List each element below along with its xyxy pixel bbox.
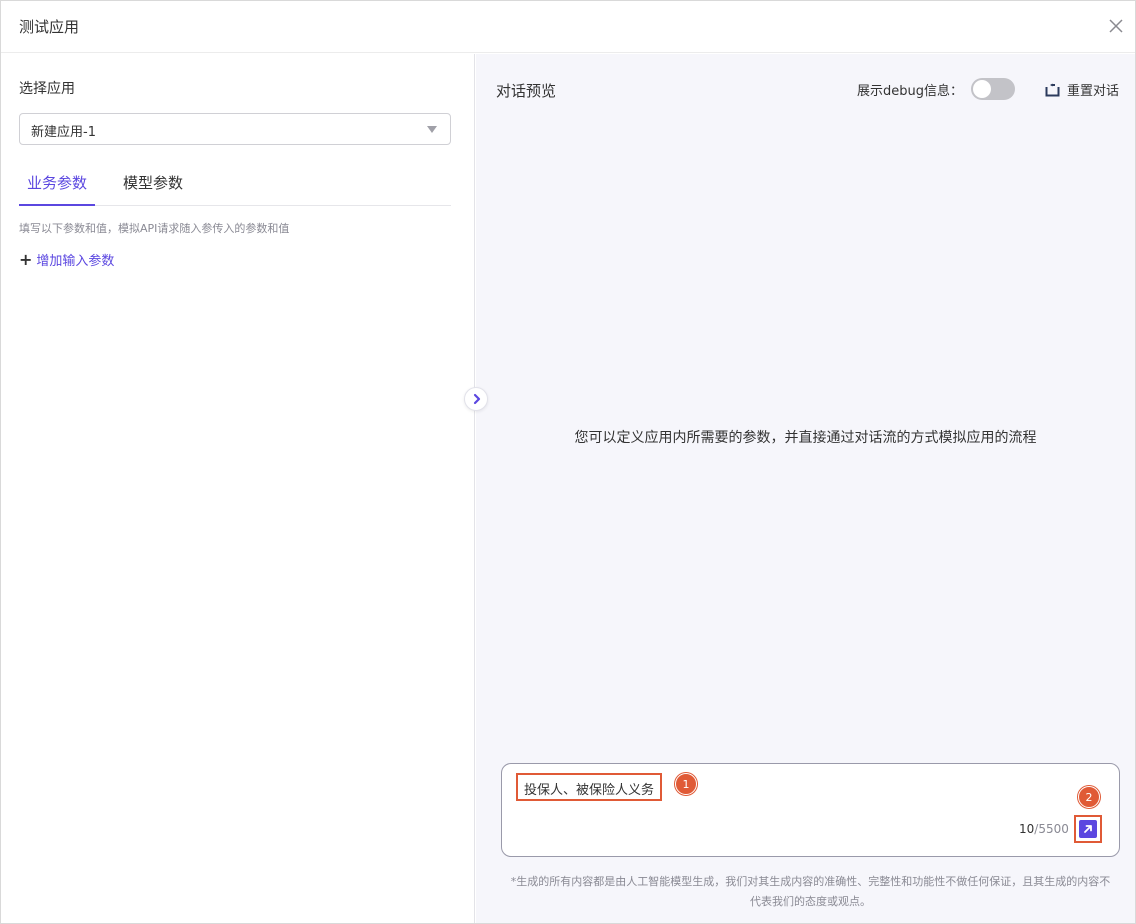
empty-chat-message: 您可以定义应用内所需要的参数，并直接通过对话流的方式模拟应用的流程 [574,430,1037,446]
collapse-panel-button[interactable] [464,387,488,411]
toggle-knob [973,80,991,98]
select-app-label: 选择应用 [19,81,75,97]
caret-down-icon [427,126,437,133]
annotation-badge-1: 1 [675,773,697,795]
add-input-param-label: 增加输入参数 [36,254,115,269]
tab-business-params[interactable]: 业务参数 [19,172,96,206]
app-select-value: 新建应用-1 [31,125,96,140]
app-select[interactable]: 新建应用-1 [19,113,451,145]
chat-input-box[interactable]: 投保人、被保险人义务 1 2 10/5500 [501,763,1120,857]
reset-chat-button[interactable]: 重置对话 [1045,80,1119,99]
debug-info-label: 展示debug信息： [857,84,963,99]
reset-icon [1045,83,1060,96]
dialog-title: 测试应用 [19,18,80,36]
chat-preview-panel: 对话预览 展示debug信息： 重置对话 您可以定义应用内所需要的参数，并直接通… [476,54,1135,923]
test-app-dialog: 测试应用 选择应用 新建应用-1 业务参数 模型参数 填写以下参数和值，模拟AP… [0,0,1136,924]
char-counter: 10/5500 [1019,822,1069,836]
tab-model-params[interactable]: 模型参数 [115,172,191,206]
debug-toggle[interactable] [971,78,1015,100]
char-max: /5500 [1034,822,1069,836]
reset-chat-label: 重置对话 [1067,84,1120,99]
left-panel: 选择应用 新建应用-1 业务参数 模型参数 填写以下参数和值，模拟API请求随入… [1,54,475,923]
chevron-right-icon [473,393,481,405]
params-hint: 填写以下参数和值，模拟API请求随入参传入的参数和值 [19,222,290,235]
plus-icon: + [19,249,33,269]
close-icon[interactable] [1105,15,1127,37]
chat-preview-title: 对话预览 [496,82,557,100]
ai-disclaimer: *生成的所有内容都是由人工智能模型生成，我们对其生成内容的准确性、完整性和功能性… [510,875,1111,908]
annotation-badge-2: 2 [1078,786,1100,808]
chat-input-text[interactable]: 投保人、被保险人义务 [516,773,663,801]
send-button-highlight[interactable] [1074,815,1102,843]
send-button[interactable] [1079,820,1097,838]
char-count: 10 [1019,822,1035,836]
dialog-header: 测试应用 [1,1,1135,53]
add-input-param-button[interactable]: + 增加输入参数 [19,250,114,269]
param-tabs: 业务参数 模型参数 [19,164,451,206]
send-arrow-icon [1084,825,1092,833]
